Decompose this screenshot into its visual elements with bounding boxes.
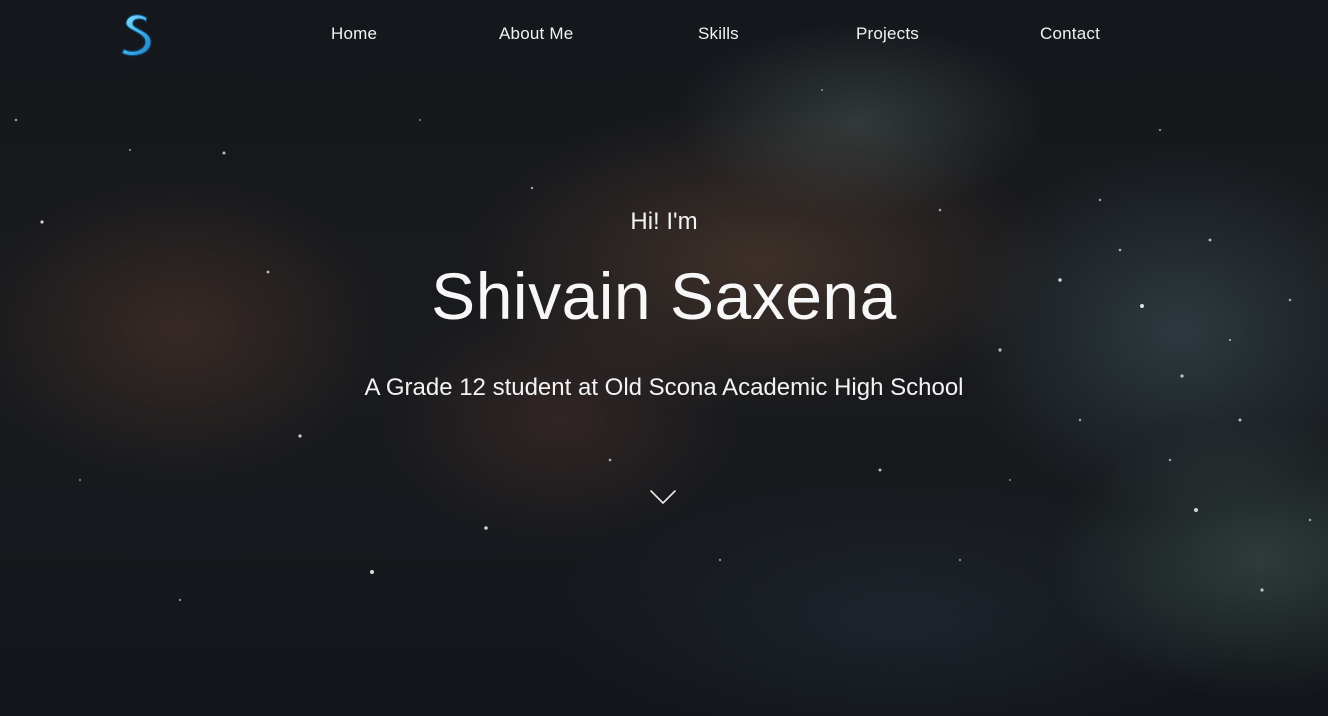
hero-name: Shivain Saxena xyxy=(431,259,897,333)
hero-tagline: A Grade 12 student at Old Scona Academic… xyxy=(364,374,964,401)
hero-page: Home About Me Skills Projects Contact Hi… xyxy=(0,0,1328,716)
starfield-background xyxy=(14,89,1312,602)
nav-link-about-me[interactable]: About Me xyxy=(499,24,573,44)
nav-link-home[interactable]: Home xyxy=(331,24,377,44)
chevron-down-icon[interactable] xyxy=(648,486,678,508)
nav-link-contact[interactable]: Contact xyxy=(1040,24,1100,44)
nav-link-projects[interactable]: Projects xyxy=(856,24,919,44)
hero-greeting: Hi! I'm xyxy=(630,208,698,235)
s-logo-icon[interactable] xyxy=(118,12,154,58)
nav-link-skills[interactable]: Skills xyxy=(698,24,739,44)
top-navigation: Home About Me Skills Projects Contact xyxy=(0,0,1328,70)
